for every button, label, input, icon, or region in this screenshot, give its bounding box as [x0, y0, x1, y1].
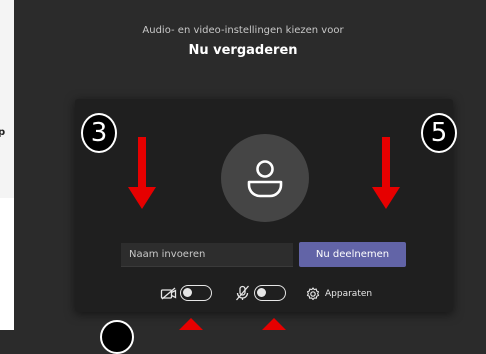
- annotation-arrow-right: [372, 137, 400, 209]
- video-toggle-knob: [183, 288, 192, 297]
- annotation-arrow-up-left: [179, 318, 203, 330]
- join-now-button[interactable]: Nu deelnemen: [299, 242, 406, 267]
- mic-toggle[interactable]: [254, 285, 286, 301]
- devices-button[interactable]: Apparaten: [325, 289, 372, 299]
- annotation-arrow-up-right: [262, 318, 286, 330]
- header-subtitle: Audio- en video-instellingen kiezen voor: [142, 25, 344, 36]
- annotation-arrow-left: [128, 137, 156, 209]
- annotation-badge-5: 5: [421, 113, 457, 153]
- name-input[interactable]: [121, 243, 293, 267]
- person-icon: [247, 160, 283, 198]
- annotation-badge-partial: [100, 320, 134, 354]
- annotation-badge-3: 3: [81, 113, 117, 153]
- meeting-title: Nu vergaderen: [188, 43, 298, 58]
- gear-icon[interactable]: [306, 287, 320, 301]
- camera-off-icon[interactable]: [160, 287, 177, 300]
- microphone-off-icon[interactable]: [235, 285, 250, 301]
- mic-toggle-knob: [257, 288, 266, 297]
- video-toggle[interactable]: [180, 285, 212, 301]
- side-panel-text: p: [0, 127, 6, 138]
- side-panel-lower: [0, 198, 14, 330]
